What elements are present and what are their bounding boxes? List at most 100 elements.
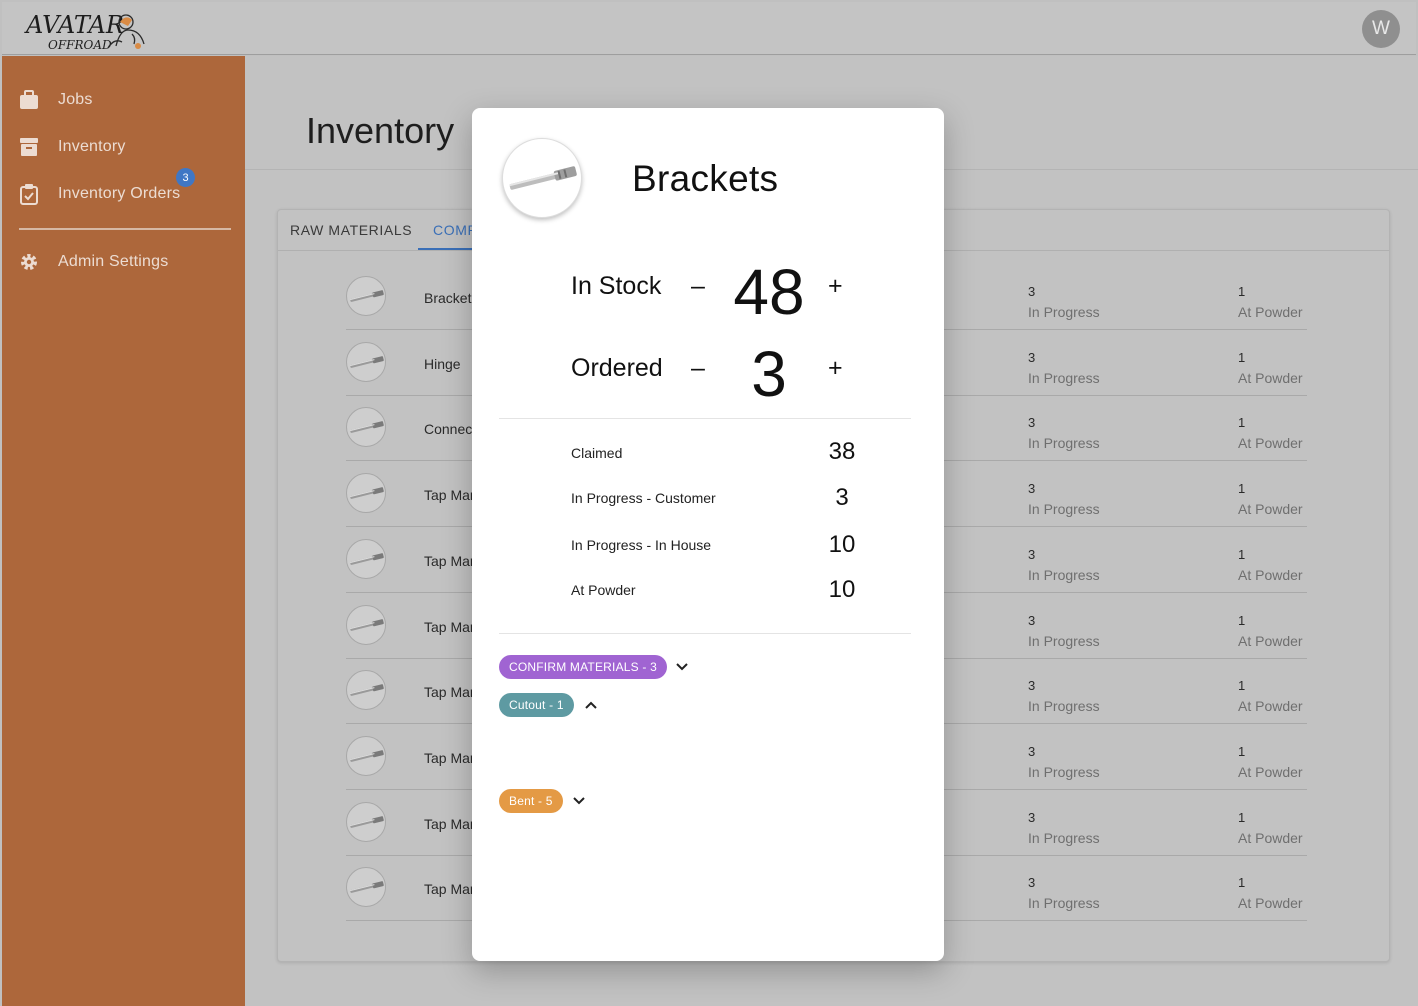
at-powder-label: At Powder bbox=[1238, 763, 1303, 780]
chevron-down-icon[interactable] bbox=[675, 660, 689, 674]
ordered-label: Ordered bbox=[571, 354, 663, 382]
at-powder-label: At Powder bbox=[1238, 566, 1303, 583]
at-powder-label: At Powder bbox=[1238, 304, 1303, 320]
item-name: Tap Mar bbox=[424, 487, 475, 504]
in-progress-stat: 3 In Progress bbox=[1028, 348, 1100, 388]
logo-text-top: AVATAR bbox=[24, 11, 124, 39]
at-powder-stat: 1 At Powder bbox=[1238, 873, 1303, 913]
item-thumbnail bbox=[346, 473, 386, 514]
item-thumbnail bbox=[346, 801, 386, 842]
item-thumbnail bbox=[502, 138, 582, 218]
at-powder-stat: 1 At Powder bbox=[1238, 282, 1303, 322]
item-thumbnail bbox=[346, 604, 386, 645]
item-name: Hinge bbox=[424, 355, 461, 372]
item-name: Tap Mar bbox=[424, 552, 475, 569]
in-progress-label: In Progress bbox=[1028, 895, 1100, 912]
notification-badge: 3 bbox=[176, 168, 195, 187]
at-powder-value: 10 bbox=[828, 576, 856, 603]
tab-components[interactable]: COMP bbox=[433, 222, 477, 238]
in-progress-stat: 3 In Progress bbox=[1028, 479, 1100, 519]
item-name: Tap Mar bbox=[424, 749, 475, 766]
at-powder-count: 1 bbox=[1238, 415, 1246, 431]
sidebar-item-label: Admin Settings bbox=[58, 253, 169, 270]
sidebar-item-inventory[interactable]: Inventory bbox=[2, 127, 245, 167]
item-name: Tap Mar bbox=[424, 618, 475, 635]
item-name: Tap Mar bbox=[424, 881, 475, 898]
tab-raw-materials[interactable]: RAW MATERIALS bbox=[290, 222, 412, 238]
claimed-value: 38 bbox=[828, 438, 856, 465]
chevron-up-icon[interactable] bbox=[584, 698, 598, 712]
clipboard-check-icon bbox=[18, 183, 40, 205]
in-progress-stat: 3 In Progress bbox=[1028, 873, 1100, 913]
item-thumbnail bbox=[346, 341, 386, 382]
at-powder-stat: 1 At Powder bbox=[1238, 742, 1303, 782]
in-progress-count: 3 bbox=[1028, 612, 1036, 628]
confirm-materials-chip[interactable]: CONFIRM MATERIALS - 3 bbox=[499, 655, 667, 679]
briefcase-icon bbox=[18, 89, 40, 111]
claimed-label: Claimed bbox=[571, 445, 623, 461]
in-progress-label: In Progress bbox=[1028, 632, 1100, 649]
in-progress-label: In Progress bbox=[1028, 304, 1100, 320]
in-progress-count: 3 bbox=[1028, 875, 1036, 891]
chevron-down-icon[interactable] bbox=[572, 794, 586, 808]
at-powder-stat: 1 At Powder bbox=[1238, 545, 1303, 585]
at-powder-count: 1 bbox=[1238, 546, 1246, 562]
in-progress-label: In Progress bbox=[1028, 829, 1100, 846]
in-progress-count: 3 bbox=[1028, 415, 1036, 431]
ordered-value: 3 bbox=[751, 338, 787, 410]
at-powder-count: 1 bbox=[1238, 349, 1246, 365]
in-progress-stat: 3 In Progress bbox=[1028, 808, 1100, 848]
at-powder-label: At Powder bbox=[1238, 369, 1303, 386]
in-progress-stat: 3 In Progress bbox=[1028, 611, 1100, 651]
at-powder-stat: 1 At Powder bbox=[1238, 479, 1303, 519]
user-avatar[interactable]: W bbox=[1362, 10, 1400, 48]
in-progress-label: In Progress bbox=[1028, 501, 1100, 518]
in-progress-count: 3 bbox=[1028, 678, 1036, 694]
ordered-control: Ordered – 3 + bbox=[571, 338, 871, 410]
at-powder-count: 1 bbox=[1238, 678, 1246, 694]
at-powder-label: At Powder bbox=[1238, 632, 1303, 649]
in-progress-count: 3 bbox=[1028, 284, 1036, 299]
sidebar-item-jobs[interactable]: Jobs bbox=[2, 80, 245, 120]
item-thumbnail bbox=[346, 670, 386, 711]
at-powder-count: 1 bbox=[1238, 809, 1246, 825]
at-powder-label: At Powder bbox=[1238, 829, 1303, 846]
item-thumbnail bbox=[346, 735, 386, 776]
at-powder-count: 1 bbox=[1238, 612, 1246, 628]
ordered-increment-button[interactable]: + bbox=[828, 354, 843, 383]
at-powder-stat: 1 At Powder bbox=[1238, 676, 1303, 716]
page-title: Inventory bbox=[306, 110, 455, 151]
sidebar-item-inventory-orders[interactable]: Inventory Orders 3 bbox=[2, 168, 245, 214]
in-progress-label: In Progress bbox=[1028, 763, 1100, 780]
item-name: Connec bbox=[424, 421, 473, 438]
in-stock-decrement-button[interactable]: – bbox=[691, 272, 705, 301]
item-thumbnail bbox=[346, 538, 386, 579]
in-progress-count: 3 bbox=[1028, 809, 1036, 825]
in-progress-stat: 3 In Progress bbox=[1028, 545, 1100, 585]
ordered-decrement-button[interactable]: – bbox=[691, 354, 705, 383]
cutout-chip[interactable]: Cutout - 1 bbox=[499, 693, 574, 717]
at-powder-label: At Powder bbox=[1238, 435, 1303, 452]
in-progress-stat: 3 In Progress bbox=[1028, 282, 1100, 322]
sidebar-item-admin-settings[interactable]: Admin Settings bbox=[2, 242, 245, 282]
in-progress-in-house-value: 10 bbox=[828, 531, 856, 558]
at-powder-label: At Powder bbox=[1238, 501, 1303, 518]
in-progress-label: In Progress bbox=[1028, 566, 1100, 583]
in-stock-value: 48 bbox=[733, 256, 805, 328]
in-progress-stat: 3 In Progress bbox=[1028, 676, 1100, 716]
in-stock-increment-button[interactable]: + bbox=[828, 272, 843, 301]
modal-divider bbox=[499, 418, 911, 419]
avatar-offroad-logo[interactable]: AVATAR OFFROAD bbox=[24, 8, 148, 52]
modal-divider bbox=[499, 633, 911, 634]
in-progress-stat: 3 In Progress bbox=[1028, 413, 1100, 453]
at-powder-label: At Powder bbox=[1238, 895, 1303, 912]
sidebar-item-label: Inventory Orders bbox=[58, 185, 181, 202]
in-progress-label: In Progress bbox=[1028, 435, 1100, 452]
at-powder-stat: 1 At Powder bbox=[1238, 611, 1303, 651]
item-name: Bracket bbox=[424, 290, 472, 306]
at-powder-stat: 1 At Powder bbox=[1238, 808, 1303, 848]
top-app-bar: AVATAR OFFROAD W bbox=[2, 2, 1416, 55]
in-progress-customer-label: In Progress - Customer bbox=[571, 490, 716, 506]
bent-chip[interactable]: Bent - 5 bbox=[499, 789, 563, 813]
at-powder-count: 1 bbox=[1238, 743, 1246, 759]
